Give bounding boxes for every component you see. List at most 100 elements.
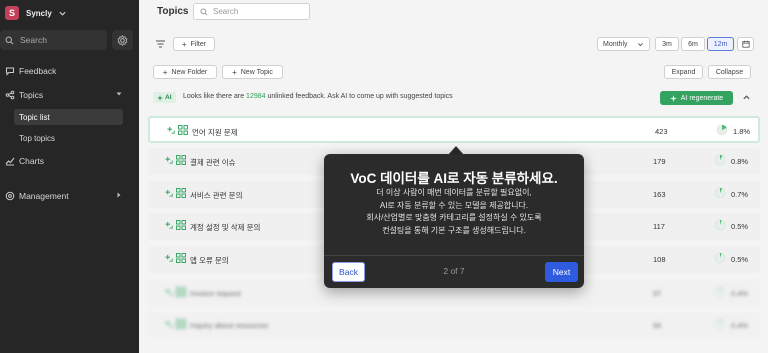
new-folder-label: New Folder — [171, 68, 208, 76]
sparkle-icon — [157, 94, 163, 101]
gear-icon — [117, 34, 128, 46]
topic-row[interactable]: 언어 지원 문제 423 1.8% — [148, 116, 760, 143]
topic-row[interactable]: Inquiry about resources 94 0.4% — [148, 312, 760, 339]
sidebar-item-management[interactable]: Management — [0, 187, 139, 205]
sidebar-item-label: Management — [19, 191, 69, 201]
topic-count: 423 — [655, 127, 668, 136]
link-plus-icon[interactable] — [165, 288, 174, 297]
tour-body-line: 더 이상 사람이 매번 데이터를 분류할 필요없이, — [376, 188, 532, 197]
range-6m-button[interactable]: 6m — [681, 37, 705, 51]
plus-icon: + — [162, 67, 168, 77]
sidebar-item-top-topics[interactable]: Top topics — [14, 130, 123, 146]
filter-lines-icon[interactable] — [156, 40, 165, 48]
new-topic-button[interactable]: + New Topic — [222, 65, 283, 79]
page-title: Topics — [157, 6, 189, 17]
topic-percent: 0.4% — [731, 321, 749, 330]
topic-count: 94 — [653, 321, 662, 330]
ai-banner-text: Looks like there are 12984 unlinked feed… — [183, 93, 453, 100]
link-plus-icon[interactable] — [165, 221, 174, 230]
collapse-button[interactable]: Collapse — [708, 65, 751, 79]
pie-icon — [714, 154, 726, 166]
workspace-switcher[interactable]: S Syncly — [5, 5, 67, 21]
expand-label: Expand — [671, 68, 696, 76]
sidebar-item-label: Feedback — [19, 66, 57, 76]
calendar-icon — [741, 40, 750, 48]
pie-icon — [714, 286, 726, 298]
chevron-up-icon[interactable] — [742, 93, 751, 102]
topic-search-input[interactable]: Search — [193, 3, 310, 20]
link-plus-icon[interactable] — [165, 189, 174, 198]
ai-regenerate-label: AI regenerate — [680, 94, 724, 102]
pie-icon — [716, 124, 728, 136]
range-label: 6m — [688, 40, 698, 48]
grid-icon — [176, 319, 186, 329]
tour-next-button[interactable]: Next — [545, 262, 578, 282]
topic-name: 언어 지원 문제 — [192, 128, 238, 137]
topic-count: 117 — [653, 222, 665, 231]
sidebar-search-placeholder: Search — [20, 35, 47, 45]
topics-icon — [5, 90, 15, 100]
new-folder-button[interactable]: + New Folder — [153, 65, 217, 79]
grid-icon — [176, 253, 186, 263]
sidebar: S Syncly Search Feedback Topics Topic li… — [0, 0, 139, 353]
grid-icon — [178, 125, 188, 135]
search-icon — [200, 7, 208, 16]
feedback-icon — [6, 67, 14, 76]
ai-regenerate-button[interactable]: AI regenerate — [660, 91, 733, 105]
workspace-logo: S — [5, 6, 19, 20]
expand-button[interactable]: Expand — [664, 65, 703, 79]
plus-icon: + — [232, 67, 237, 77]
tour-body-line: 컨설팅을 통해 기본 구조를 생성해드립니다. — [382, 225, 526, 235]
sidebar-item-topic-list[interactable]: Topic list — [14, 109, 123, 125]
link-plus-icon[interactable] — [165, 156, 174, 165]
sidebar-item-label: Charts — [19, 156, 45, 166]
topic-search-placeholder: Search — [213, 7, 239, 16]
topic-percent: 0.5% — [731, 222, 749, 231]
topic-percent: 0.7% — [731, 190, 749, 199]
calendar-button[interactable] — [737, 37, 754, 51]
range-3m-button[interactable]: 3m — [655, 37, 679, 51]
range-12m-button[interactable]: 12m — [707, 37, 734, 51]
topic-count: 179 — [653, 157, 666, 166]
grid-icon — [176, 155, 186, 165]
topic-name: 서비스 관련 문의 — [190, 191, 243, 200]
sidebar-item-topics[interactable]: Topics — [0, 86, 139, 104]
pie-icon — [714, 187, 726, 199]
tour-body-line: AI로 자동 분류할 수 있는 모델을 제공합니다. — [379, 200, 529, 210]
grid-icon — [176, 220, 186, 230]
management-icon — [5, 191, 15, 201]
link-plus-icon[interactable] — [165, 254, 174, 263]
sidebar-subitem-label: Top topics — [19, 133, 56, 143]
grid-icon — [176, 188, 186, 198]
search-icon — [5, 36, 14, 44]
topic-percent: 0.4% — [731, 289, 749, 298]
ai-tag: AI — [153, 92, 176, 103]
chevron-down-icon — [59, 11, 66, 16]
plus-icon: + — [181, 39, 187, 49]
sidebar-search-input[interactable]: Search — [0, 30, 107, 50]
period-select-value: Monthly — [603, 40, 628, 48]
topic-name: Invoice request — [190, 289, 241, 298]
tour-popover: VoC 데이터를 AI로 자동 분류하세요. 더 이상 사람이 매번 데이터를 … — [324, 154, 584, 288]
sidebar-subitem-label: Topic list — [19, 112, 50, 122]
filter-button-label: Filter — [190, 40, 207, 48]
link-plus-icon[interactable] — [165, 320, 174, 329]
topic-name: 앱 오류 문의 — [190, 256, 229, 265]
range-label: 3m — [662, 40, 672, 48]
settings-button[interactable] — [112, 30, 133, 50]
topic-name: 결제 관련 이슈 — [190, 158, 236, 167]
topic-percent: 0.8% — [731, 157, 749, 166]
new-topic-label: New Topic — [240, 68, 273, 76]
pie-icon — [714, 318, 726, 330]
ai-tag-label: AI — [165, 94, 172, 101]
sidebar-item-charts[interactable]: Charts — [0, 152, 139, 170]
ai-banner-text-after: unlinked feedback. Ask AI to come up wit… — [265, 93, 453, 100]
link-plus-icon[interactable] — [167, 126, 176, 135]
filter-button[interactable]: + Filter — [173, 37, 215, 51]
workspace-name: Syncly — [26, 8, 52, 18]
topic-name: 계정 설정 및 삭제 문의 — [190, 223, 261, 232]
period-select[interactable]: Monthly — [597, 37, 650, 51]
topic-name: Inquiry about resources — [190, 321, 269, 330]
caret-right-icon — [117, 192, 121, 198]
sidebar-item-feedback[interactable]: Feedback — [0, 62, 139, 80]
